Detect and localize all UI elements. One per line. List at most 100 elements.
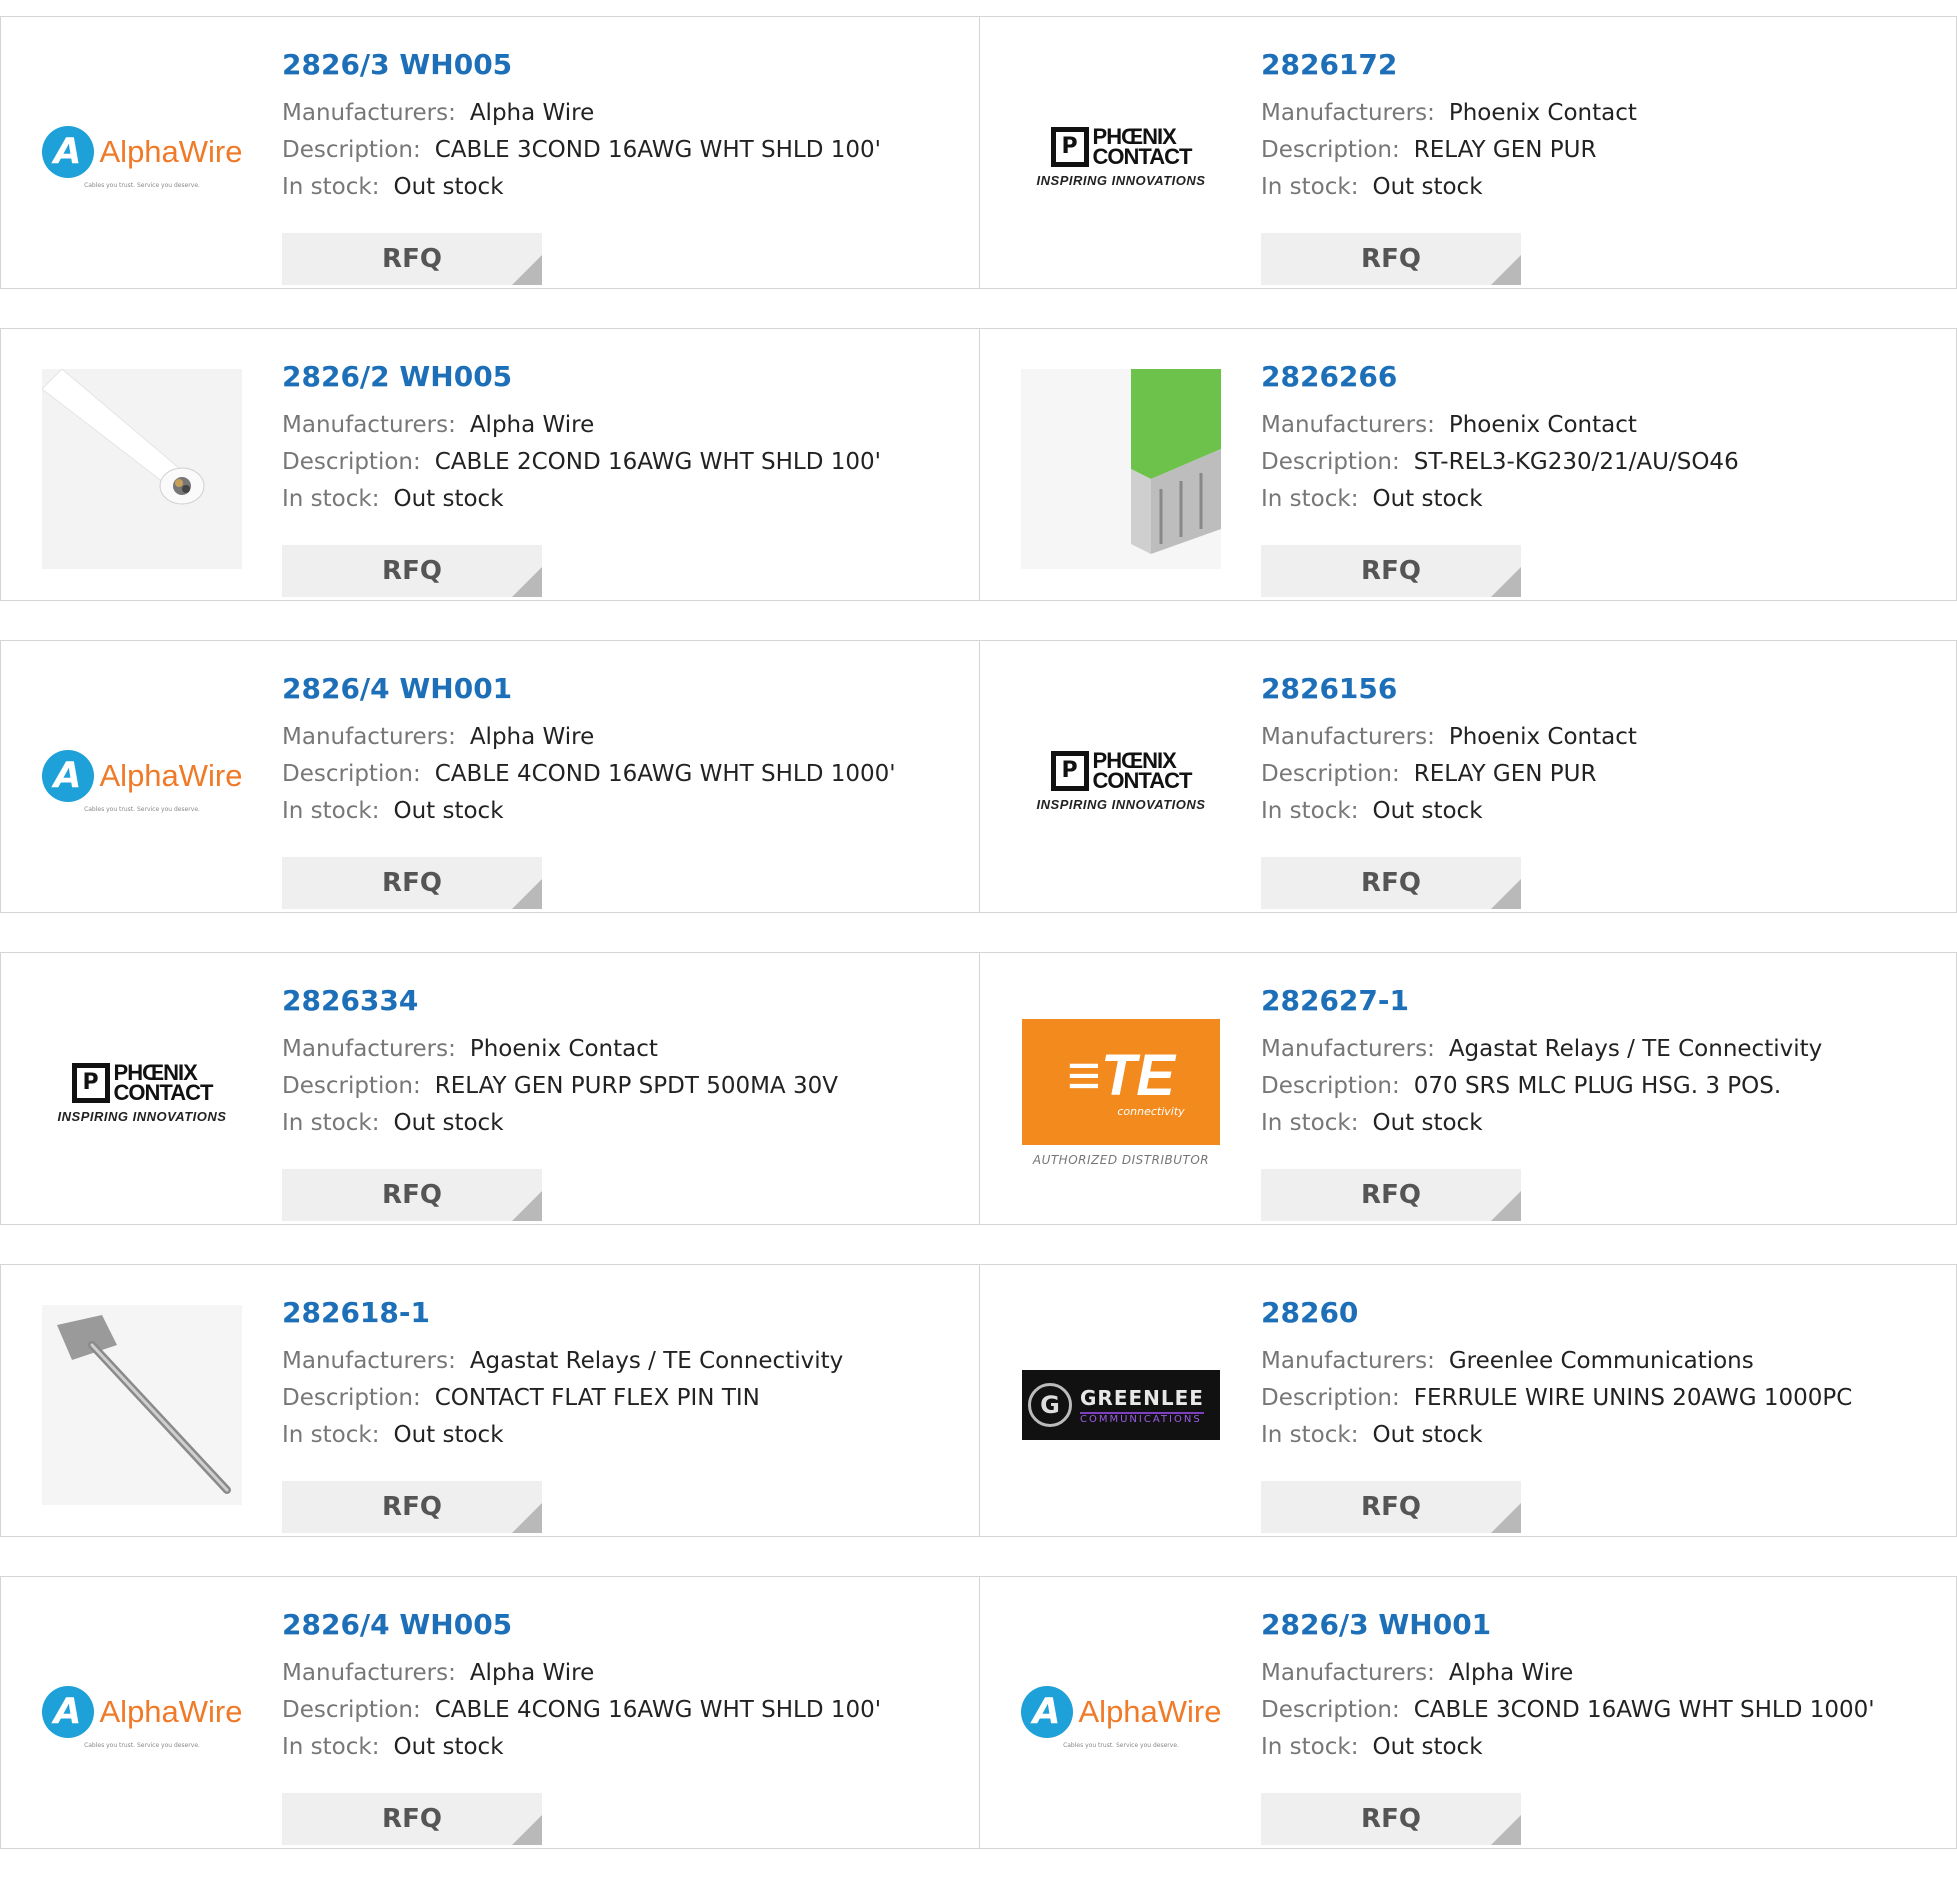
rfq-button[interactable]: RFQ [1261,233,1521,285]
description-row: Description: CABLE 4COND 16AWG WHT SHLD 1… [282,756,896,793]
product-part-link[interactable]: 2826156 [1261,669,1637,709]
corner-triangle-icon [1491,1503,1521,1533]
product-card: P PHŒNIX CONTACT INSPIRING INNOVATIONS 2… [979,16,1957,289]
product-part-link[interactable]: 2826/2 WH005 [282,357,881,397]
rfq-button[interactable]: RFQ [1261,1481,1521,1533]
description-value: RELAY GEN PUR [1413,761,1597,787]
manufacturer-value: Alpha Wire [469,100,595,126]
manufacturer-row: Manufacturers: Agastat Relays / TE Connec… [1261,1031,1822,1068]
rfq-button[interactable]: RFQ [282,1793,542,1845]
stock-row: In stock: Out stock [1261,169,1637,206]
stock-row: In stock: Out stock [282,481,881,518]
rfq-button[interactable]: RFQ [1261,1169,1521,1221]
product-thumbnail[interactable]: P PHŒNIX CONTACT INSPIRING INNOVATIONS [1021,681,1221,881]
product-row: 2826/2 WH005 Manufacturers: Alpha Wire Desc… [0,328,1957,603]
alphawire-logo: A AlphaWire Cables you trust. Service yo… [1021,1685,1221,1749]
manufacturer-label: Manufacturers: [1261,100,1435,126]
product-part-link[interactable]: 2826/4 WH005 [282,1605,881,1645]
product-thumbnail[interactable]: G GREENLEE COMMUNICATIONS [1021,1305,1221,1505]
phoenix-contact-logo: P PHŒNIX CONTACT INSPIRING INNOVATIONS [1037,125,1206,188]
product-thumbnail[interactable] [42,1305,242,1505]
description-value: CABLE 3COND 16AWG WHT SHLD 100' [434,137,881,163]
product-info: 2826/2 WH005 Manufacturers: Alpha Wire Desc… [282,357,881,597]
description-row: Description: RELAY GEN PUR [1261,132,1637,169]
product-thumbnail[interactable] [1021,369,1221,569]
rfq-label: RFQ [382,1180,442,1210]
product-row: A AlphaWire Cables you trust. Service yo… [0,1576,1957,1851]
rfq-button[interactable]: RFQ [1261,1793,1521,1845]
stock-label: In stock: [282,1422,380,1448]
rfq-label: RFQ [1361,868,1421,898]
product-part-link[interactable]: 282618-1 [282,1293,843,1333]
product-thumbnail[interactable]: A AlphaWire Cables you trust. Service yo… [42,57,242,257]
rfq-button[interactable]: RFQ [1261,545,1521,597]
corner-triangle-icon [1491,1815,1521,1845]
product-info: 282627-1 Manufacturers: Agastat Relays / T… [1261,981,1822,1221]
phoenix-tagline: INSPIRING INNOVATIONS [1036,796,1206,812]
description-label: Description: [282,1385,421,1411]
product-part-link[interactable]: 2826172 [1261,45,1637,85]
corner-triangle-icon [1491,255,1521,285]
product-card: A AlphaWire Cables you trust. Service yo… [0,16,980,289]
manufacturer-label: Manufacturers: [282,1660,456,1686]
rfq-button[interactable]: RFQ [282,233,542,285]
product-thumbnail[interactable] [42,369,242,569]
rfq-button[interactable]: RFQ [282,857,542,909]
description-label: Description: [1261,1385,1400,1411]
rfq-label: RFQ [1361,1804,1421,1834]
product-thumbnail[interactable]: ≡TE connectivity AUTHORIZED DISTRIBUTOR [1021,993,1221,1193]
rfq-button[interactable]: RFQ [282,1481,542,1533]
manufacturer-row: Manufacturers: Phoenix Contact [1261,407,1739,444]
product-thumbnail[interactable]: P PHŒNIX CONTACT INSPIRING INNOVATIONS [42,993,242,1193]
product-info: 2826/4 WH001 Manufacturers: Alpha Wire Desc… [282,669,896,909]
product-part-link[interactable]: 282627-1 [1261,981,1822,1021]
stock-value: Out stock [393,486,504,512]
description-row: Description: CABLE 3COND 16AWG WHT SHLD 1… [282,132,881,169]
stock-label: In stock: [1261,1734,1359,1760]
stock-row: In stock: Out stock [282,793,896,830]
product-thumbnail[interactable]: A AlphaWire Cables you trust. Service yo… [42,1617,242,1817]
rfq-label: RFQ [382,1492,442,1522]
greenlee-sub: COMMUNICATIONS [1080,1411,1204,1425]
product-card: P PHŒNIX CONTACT INSPIRING INNOVATIONS 2… [979,640,1957,913]
description-value: CABLE 4COND 16AWG WHT SHLD 1000' [434,761,896,787]
rfq-button[interactable]: RFQ [282,545,542,597]
alphawire-wordmark: AlphaWire [99,1693,243,1729]
product-part-link[interactable]: 2826/4 WH001 [282,669,896,709]
description-value: CONTACT FLAT FLEX PIN TIN [434,1385,760,1411]
product-thumbnail[interactable]: A AlphaWire Cables you trust. Service yo… [1021,1617,1221,1817]
rfq-label: RFQ [1361,556,1421,586]
product-card: ≡TE connectivity AUTHORIZED DISTRIBUTOR … [979,952,1957,1225]
product-part-link[interactable]: 28260 [1261,1293,1852,1333]
corner-triangle-icon [512,255,542,285]
product-part-link[interactable]: 2826/3 WH001 [1261,1605,1875,1645]
product-thumbnail[interactable]: A AlphaWire Cables you trust. Service yo… [42,681,242,881]
manufacturer-row: Manufacturers: Alpha Wire [1261,1655,1875,1692]
description-row: Description: CABLE 3COND 16AWG WHT SHLD 1… [1261,1692,1875,1729]
stock-row: In stock: Out stock [282,1729,881,1766]
greenlee-wordmark: GREENLEE [1080,1385,1204,1410]
product-part-link[interactable]: 2826266 [1261,357,1739,397]
rfq-button[interactable]: RFQ [1261,857,1521,909]
description-value: CABLE 4CONG 16AWG WHT SHLD 100' [434,1697,882,1723]
manufacturer-label: Manufacturers: [1261,724,1435,750]
stock-label: In stock: [1261,1422,1359,1448]
greenlee-mark-icon: G [1028,1383,1072,1427]
description-label: Description: [1261,1697,1400,1723]
authorized-distributor-label: AUTHORIZED DISTRIBUTOR [1032,1153,1210,1167]
rfq-button[interactable]: RFQ [282,1169,542,1221]
product-part-link[interactable]: 2826334 [282,981,838,1021]
rfq-label: RFQ [1361,1492,1421,1522]
description-label: Description: [1261,449,1400,475]
description-value: 070 SRS MLC PLUG HSG. 3 POS. [1413,1073,1782,1099]
product-row: 282618-1 Manufacturers: Agastat Relays / T… [0,1264,1957,1539]
te-sub: connectivity [1117,1104,1185,1118]
description-row: Description: FERRULE WIRE UNINS 20AWG 100… [1261,1380,1852,1417]
product-part-link[interactable]: 2826/3 WH005 [282,45,881,85]
product-thumbnail[interactable]: P PHŒNIX CONTACT INSPIRING INNOVATIONS [1021,57,1221,257]
description-row: Description: 070 SRS MLC PLUG HSG. 3 POS. [1261,1068,1822,1105]
phoenix-mark-icon: P [1050,126,1089,167]
manufacturer-value: Alpha Wire [1448,1660,1574,1686]
description-label: Description: [282,449,421,475]
stock-row: In stock: Out stock [1261,1105,1822,1142]
